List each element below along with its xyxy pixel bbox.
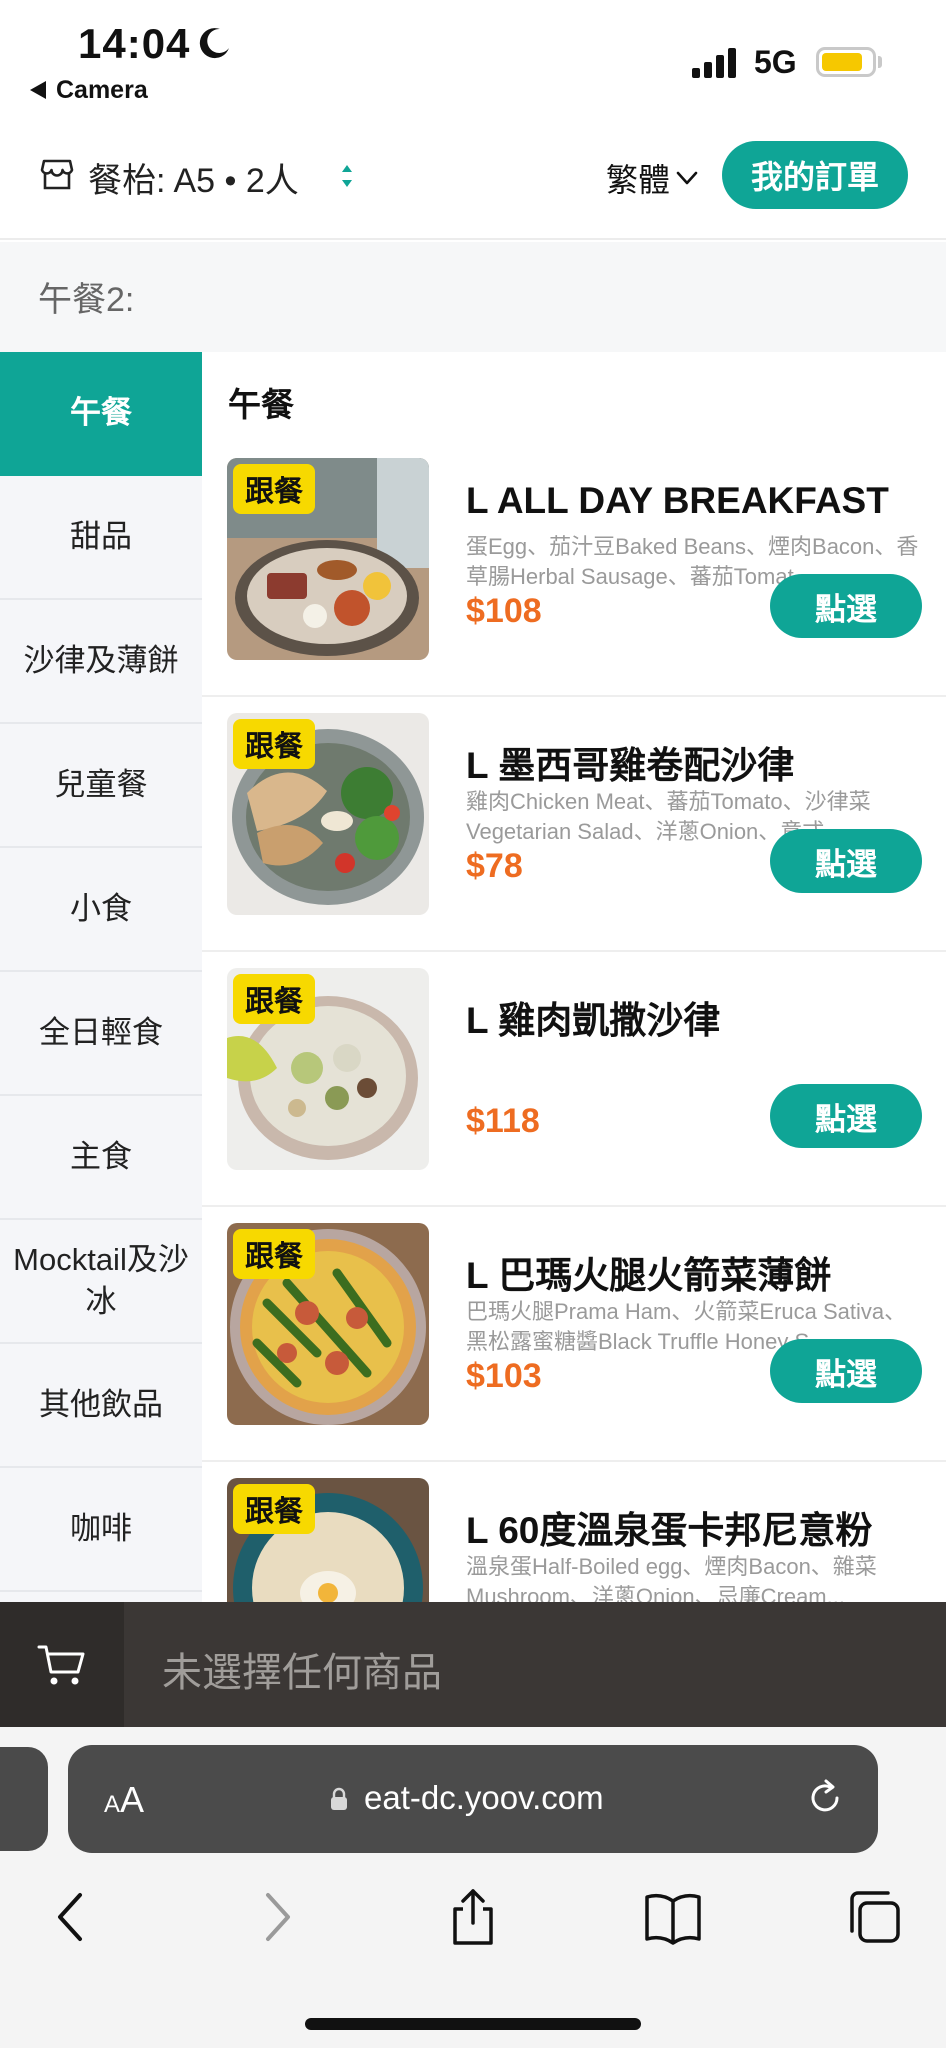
set-meal-badge: 跟餐 bbox=[233, 464, 316, 514]
sidebar-item-main[interactable]: 主食 bbox=[0, 1096, 202, 1220]
signal-icon bbox=[692, 48, 736, 78]
set-meal-badge: 跟餐 bbox=[233, 1484, 316, 1534]
cart-empty-text: 未選擇任何商品 bbox=[162, 1651, 442, 1695]
status-bar: 14:04 Camera 5G bbox=[0, 0, 946, 115]
back-arrow-icon[interactable] bbox=[42, 1887, 102, 1947]
store-icon bbox=[40, 159, 74, 190]
food-photo[interactable]: 跟餐 bbox=[227, 458, 429, 660]
select-item-button[interactable]: 點選 bbox=[770, 1339, 922, 1403]
network-type: 5G bbox=[754, 44, 797, 80]
sidebar-item-mocktail[interactable]: Mocktail及沙冰 bbox=[0, 1220, 202, 1344]
share-icon[interactable] bbox=[443, 1887, 503, 1947]
section-heading: 午餐 bbox=[228, 386, 294, 423]
battery-tip bbox=[878, 56, 882, 68]
bookmarks-icon[interactable] bbox=[643, 1887, 703, 1947]
header: 餐枱: A5 • 2人 繁體 我的訂單 bbox=[0, 115, 946, 240]
menu-item: 跟餐 L 墨西哥雞卷配沙律 雞肉Chicken Meat、蕃茄Tomato、沙律… bbox=[202, 697, 946, 952]
item-price: $103 bbox=[466, 1357, 542, 1395]
menu-item: 跟餐 L 雞肉凱撒沙律 $118 點選 bbox=[202, 952, 946, 1207]
aa-small: A bbox=[104, 1791, 121, 1818]
address-bar[interactable]: AA eat-dc.yoov.com bbox=[68, 1745, 878, 1853]
battery-icon bbox=[816, 47, 876, 77]
item-price: $118 bbox=[466, 1102, 540, 1140]
sidebar-item-other-drinks[interactable]: 其他飲品 bbox=[0, 1344, 202, 1468]
table-value: A5 • 2人 bbox=[173, 162, 299, 200]
reload-icon[interactable] bbox=[804, 1777, 846, 1819]
menu-item: 跟餐 L ALL DAY BREAKFAST 蛋Egg、茄汁豆Baked Bea… bbox=[202, 442, 946, 697]
sidebar-item-coffee[interactable]: 咖啡 bbox=[0, 1468, 202, 1592]
shopping-cart-icon bbox=[37, 1645, 85, 1684]
back-to-app-link[interactable]: Camera bbox=[30, 76, 148, 105]
food-photo[interactable]: 跟餐 bbox=[227, 713, 429, 915]
browser-toolbar: AA eat-dc.yoov.com bbox=[0, 1727, 946, 2048]
food-photo[interactable]: 跟餐 bbox=[227, 968, 429, 1170]
category-title: 午餐2: bbox=[38, 281, 135, 319]
sidebar-item-all-day-light[interactable]: 全日輕食 bbox=[0, 972, 202, 1096]
sidebar-item-kids-meal[interactable]: 兒童餐 bbox=[0, 724, 202, 848]
category-sidebar: 午餐 甜品 沙律及薄餅 兒童餐 小食 全日輕食 主食 Mocktail及沙冰 其… bbox=[0, 352, 202, 1602]
home-indicator bbox=[305, 2018, 641, 2030]
tabs-icon[interactable] bbox=[844, 1887, 904, 1947]
sidebar-item-lunch[interactable]: 午餐 bbox=[0, 352, 202, 476]
language-label: 繁體 bbox=[606, 162, 671, 198]
lock-icon bbox=[331, 1787, 347, 1810]
reader-options-button[interactable]: AA bbox=[104, 1779, 144, 1821]
item-name: L 巴瑪火腿火箭菜薄餅 bbox=[466, 1255, 832, 1296]
language-selector[interactable]: 繁體 bbox=[606, 155, 698, 201]
select-item-button[interactable]: 點選 bbox=[770, 574, 922, 638]
cart-button[interactable] bbox=[0, 1602, 124, 1727]
item-name: L 雞肉凱撒沙律 bbox=[466, 1000, 721, 1041]
sidebar-item-dessert[interactable]: 甜品 bbox=[0, 476, 202, 600]
moon-icon bbox=[199, 28, 229, 59]
url-text: eat-dc.yoov.com bbox=[364, 1779, 604, 1816]
status-time: 14:04 bbox=[78, 20, 191, 67]
sidebar-item-salad-pizza[interactable]: 沙律及薄餅 bbox=[0, 600, 202, 724]
item-price: $108 bbox=[466, 592, 542, 630]
item-name: L ALL DAY BREAKFAST bbox=[466, 480, 889, 521]
cart-bar[interactable]: 未選擇任何商品 bbox=[0, 1602, 946, 1727]
item-name: L 墨西哥雞卷配沙律 bbox=[466, 745, 795, 786]
set-meal-badge: 跟餐 bbox=[233, 974, 316, 1024]
item-name: L 60度溫泉蛋卡邦尼意粉 bbox=[466, 1510, 873, 1551]
select-item-button[interactable]: 點選 bbox=[770, 829, 922, 893]
table-selector[interactable]: 餐枱: A5 • 2人 bbox=[88, 153, 299, 202]
my-orders-button[interactable]: 我的訂單 bbox=[722, 141, 908, 209]
back-app-label: Camera bbox=[56, 76, 148, 104]
menu-item: 跟餐 L 巴瑪火腿火箭菜薄餅 巴瑪火腿Prama Ham、火箭菜Eruca Sa… bbox=[202, 1207, 946, 1462]
item-price: $78 bbox=[466, 847, 523, 885]
chevron-down-icon bbox=[676, 171, 698, 185]
set-meal-badge: 跟餐 bbox=[233, 719, 316, 769]
sidebar-item-snacks[interactable]: 小食 bbox=[0, 848, 202, 972]
select-item-button[interactable]: 點選 bbox=[770, 1084, 922, 1148]
browser-nav-row bbox=[0, 1877, 946, 1987]
forward-arrow-icon[interactable] bbox=[246, 1887, 306, 1947]
set-meal-badge: 跟餐 bbox=[233, 1229, 316, 1279]
food-photo[interactable]: 跟餐 bbox=[227, 1223, 429, 1425]
sort-arrows-icon[interactable] bbox=[340, 161, 354, 191]
back-triangle-icon bbox=[30, 81, 46, 99]
aa-large: A bbox=[120, 1779, 145, 1820]
table-label: 餐枱: bbox=[88, 162, 166, 200]
category-title-bar: 午餐2: bbox=[0, 242, 946, 352]
previous-tab-peek[interactable] bbox=[0, 1747, 48, 1851]
